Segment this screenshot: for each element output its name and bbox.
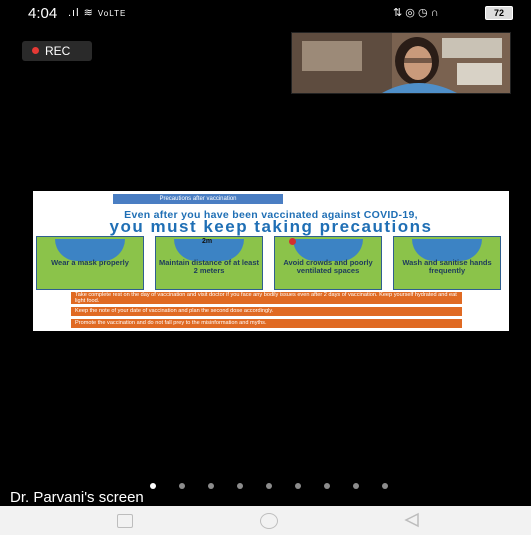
home-button[interactable] [260, 513, 278, 529]
participant-video-tile[interactable] [291, 32, 511, 94]
bullet-item: Promote the vaccination and do not fall … [71, 319, 462, 328]
page-dot[interactable] [324, 483, 330, 489]
data-icon: ⇅ [393, 7, 403, 19]
panel-label: Wash and sanitise hands frequently [402, 258, 492, 275]
page-dot[interactable] [295, 483, 301, 489]
panel-mask: Wear a mask properly [36, 236, 144, 290]
bullet-item: Take complete rest on the day of vaccina… [71, 292, 462, 304]
page-dot[interactable] [150, 483, 156, 489]
bullet-item: Keep the note of your date of vaccinatio… [71, 307, 462, 316]
panel-crowds: Avoid crowds and poorly ventilated space… [274, 236, 382, 290]
page-dot[interactable] [382, 483, 388, 489]
panel-label: Wear a mask properly [51, 258, 129, 267]
panel-label: Avoid crowds and poorly ventilated space… [283, 258, 373, 275]
page-dot[interactable] [353, 483, 359, 489]
record-dot-icon [32, 47, 39, 54]
shared-slide: Precautions after vaccination Even after… [33, 191, 509, 331]
panel-handwash: Wash and sanitise hands frequently [393, 236, 501, 290]
distance-badge: 2m [202, 238, 213, 245]
rec-label: REC [45, 44, 71, 58]
back-button[interactable] [404, 512, 420, 528]
screen-share-caption: Dr. Parvani's screen [10, 489, 144, 506]
alarm-icon: ◎ [405, 7, 415, 19]
recents-button[interactable] [117, 514, 133, 528]
recording-indicator[interactable]: REC [22, 41, 92, 61]
page-indicator[interactable] [150, 483, 410, 489]
panel-distance: 2m Maintain distance of at least 2 meter… [155, 236, 263, 290]
clock-time: 4:04 [28, 5, 58, 22]
signal-icon: .ıl ≋ VoLTE [68, 7, 127, 19]
participant-video-feed [292, 33, 510, 93]
prohibited-icon [289, 238, 296, 245]
status-icons: ⇅ ◎ ◷ ∩ [393, 6, 439, 19]
timer-icon: ◷ [417, 7, 428, 19]
panel-label: Maintain distance of at least 2 meters [158, 258, 260, 275]
headphones-icon: ∩ [430, 7, 439, 19]
slide-title: you must keep taking precautions [109, 217, 433, 236]
status-bar: 4:04 .ıl ≋ VoLTE ⇅ ◎ ◷ ∩ 72 [0, 0, 531, 26]
page-dot[interactable] [237, 483, 243, 489]
page-dot[interactable] [179, 483, 185, 489]
network-type-label: VoLTE [97, 9, 127, 18]
page-dot[interactable] [266, 483, 272, 489]
slide-header: Precautions after vaccination [113, 194, 283, 204]
battery-icon: 72 [485, 6, 513, 20]
page-dot[interactable] [208, 483, 214, 489]
